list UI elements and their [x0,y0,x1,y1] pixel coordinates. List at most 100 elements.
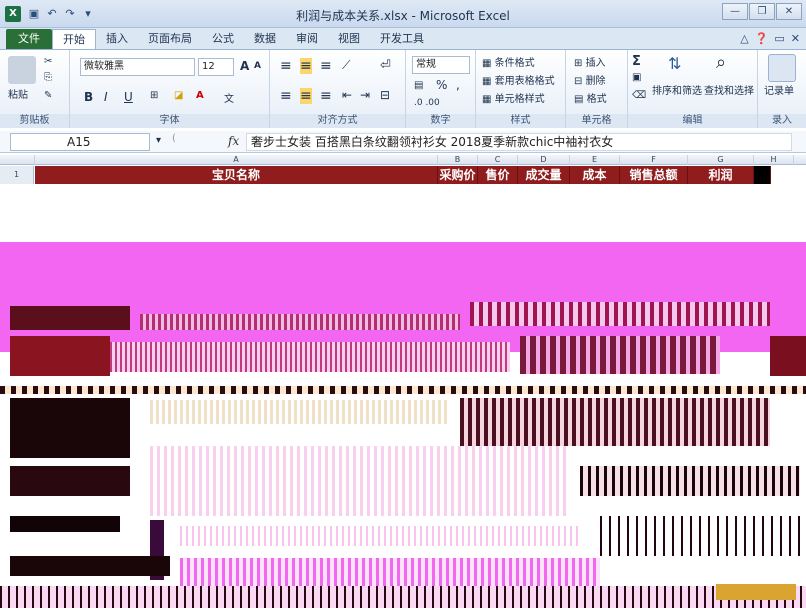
find-select-icon[interactable]: ⌕ [716,52,726,73]
header-cell-name[interactable]: 宝贝名称 [35,166,438,184]
copy-icon[interactable]: ⎘ [44,72,52,83]
header-cell-cost[interactable]: 成本 [570,166,620,184]
glitch-stripe [0,386,806,394]
number-format-select[interactable]: 常规 [412,56,470,74]
header-cell-profit[interactable]: 利润 [688,166,754,184]
ribbon-tabs: 文件 开始 插入 页面布局 公式 数据 审阅 视图 开发工具 △ ❓ ▭ ✕ [0,28,806,49]
tab-file[interactable]: 文件 [6,29,52,49]
restore-button[interactable]: ❐ [749,3,775,20]
format-cells-button[interactable]: ▤ 格式 [574,90,607,105]
align-bottom-icon[interactable]: ≡ [320,58,332,74]
minimize-button[interactable]: — [722,3,748,20]
column-header-h[interactable]: H [754,155,794,165]
column-header-g[interactable]: G [688,155,754,165]
delete-cells-button[interactable]: ⊟ 删除 [574,72,606,87]
accounting-icon[interactable]: ▤ [414,80,423,91]
paste-icon[interactable] [8,56,36,84]
cut-icon[interactable]: ✂ [44,56,52,67]
format-painter-icon[interactable]: ✎ [44,90,52,101]
align-middle-icon[interactable]: ≡ [300,58,312,74]
wrap-text-icon[interactable]: ⏎ [380,58,391,73]
column-header-d[interactable]: D [518,155,570,165]
glitch-stripe [470,302,770,326]
number-group-label: 数字 [406,114,475,128]
save-icon[interactable]: ▣ [27,7,41,20]
tab-formulas[interactable]: 公式 [202,29,244,49]
align-top-icon[interactable]: ≡ [280,58,292,74]
row-header-1[interactable]: 1 [0,166,34,184]
fill-color-icon[interactable]: ◪ [174,90,183,101]
increase-indent-icon[interactable]: ⇥ [360,88,370,102]
glitch-stripe [520,336,720,374]
bold-button[interactable]: B [84,90,93,104]
column-header-e[interactable]: E [570,155,620,165]
tab-insert[interactable]: 插入 [96,29,138,49]
tab-page-layout[interactable]: 页面布局 [138,29,202,49]
grow-font-button[interactable]: A [240,59,249,73]
select-all-corner[interactable] [0,155,35,165]
form-icon[interactable] [768,54,796,82]
formula-input[interactable]: 奢步士女装 百搭黑白条纹翻领衬衫女 2018夏季新款chic中袖衬衣女 [246,133,792,151]
italic-button[interactable]: I [104,90,108,104]
header-cell-sales-total[interactable]: 销售总额 [620,166,688,184]
insert-cells-button[interactable]: ⊞ 插入 [574,54,606,69]
formula-cancel-icon[interactable]: ( [172,133,176,144]
window-title: 利润与成本关系.xlsx - Microsoft Excel [296,9,510,23]
fill-icon[interactable]: ▣ [632,72,641,83]
clear-icon[interactable]: ⌫ [632,90,646,101]
align-center-icon[interactable]: ≡ [300,88,312,104]
font-name-input[interactable]: 微软雅黑 [80,58,195,76]
header-cell-price[interactable]: 售价 [478,166,518,184]
column-header-f[interactable]: F [620,155,688,165]
name-box[interactable]: A15 [10,133,150,151]
autosum-button[interactable]: Σ [632,54,641,69]
shrink-font-button[interactable]: A [254,61,261,71]
undo-icon[interactable]: ↶ [45,7,59,20]
form-label[interactable]: 记录单 [764,82,794,97]
find-select-label[interactable]: 查找和选择 [704,82,754,97]
align-right-icon[interactable]: ≡ [320,88,332,104]
column-header-a[interactable]: A [35,155,438,165]
align-left-icon[interactable]: ≡ [280,88,292,104]
increase-decimal-icon[interactable]: .0 .00 [414,98,440,108]
comma-button[interactable]: , [456,78,460,92]
excel-logo-icon[interactable]: X [5,5,21,22]
tab-review[interactable]: 审阅 [286,29,328,49]
insert-function-icon[interactable]: fx [228,134,239,148]
sort-filter-label[interactable]: 排序和筛选 [652,82,702,97]
help-icon[interactable]: ❓ [755,32,769,45]
border-icon[interactable]: ⊞ [150,90,158,101]
customize-icon[interactable]: ▾ [81,7,95,20]
underline-button[interactable]: U [124,90,133,104]
column-header-c[interactable]: C [478,155,518,165]
workbook-close-icon[interactable]: ✕ [791,32,800,45]
decrease-indent-icon[interactable]: ⇤ [342,88,352,102]
tab-home[interactable]: 开始 [52,29,96,49]
merge-center-icon[interactable]: ⊟ [380,88,390,102]
header-cell-volume[interactable]: 成交量 [518,166,570,184]
workbook-minimize-icon[interactable]: ▭ [774,32,784,45]
tab-view[interactable]: 视图 [328,29,370,49]
collapse-ribbon-icon[interactable]: △ [740,32,748,45]
tab-developer[interactable]: 开发工具 [370,29,434,49]
header-cell-extra [754,166,771,184]
phonetic-icon[interactable]: 文 [224,90,234,105]
glitch-block [10,516,120,532]
header-cell-cost-price[interactable]: 采购价 [438,166,478,184]
orientation-icon[interactable]: ⟋ [342,58,350,73]
percent-button[interactable]: % [436,78,447,92]
font-color-icon[interactable]: A [196,90,204,101]
cell-styles-button[interactable]: ▦ 单元格样式 [482,90,545,105]
tab-data[interactable]: 数据 [244,29,286,49]
redo-icon[interactable]: ↷ [63,7,77,20]
name-box-dropdown-icon[interactable]: ▾ [156,135,161,146]
paste-label[interactable]: 粘贴 [8,86,28,101]
column-header-b[interactable]: B [438,155,478,165]
clipboard-group: 粘贴 ✂ ⎘ ✎ 剪贴板 [0,50,70,128]
format-as-table-button[interactable]: ▦ 套用表格格式 [482,72,555,87]
font-size-input[interactable]: 12 [198,58,234,76]
close-button[interactable]: ✕ [776,3,802,20]
table-header-row: 宝贝名称 采购价 售价 成交量 成本 销售总额 利润 [35,166,771,184]
conditional-format-button[interactable]: ▦ 条件格式 [482,54,535,69]
sort-filter-icon[interactable]: ⇅ [668,54,681,73]
